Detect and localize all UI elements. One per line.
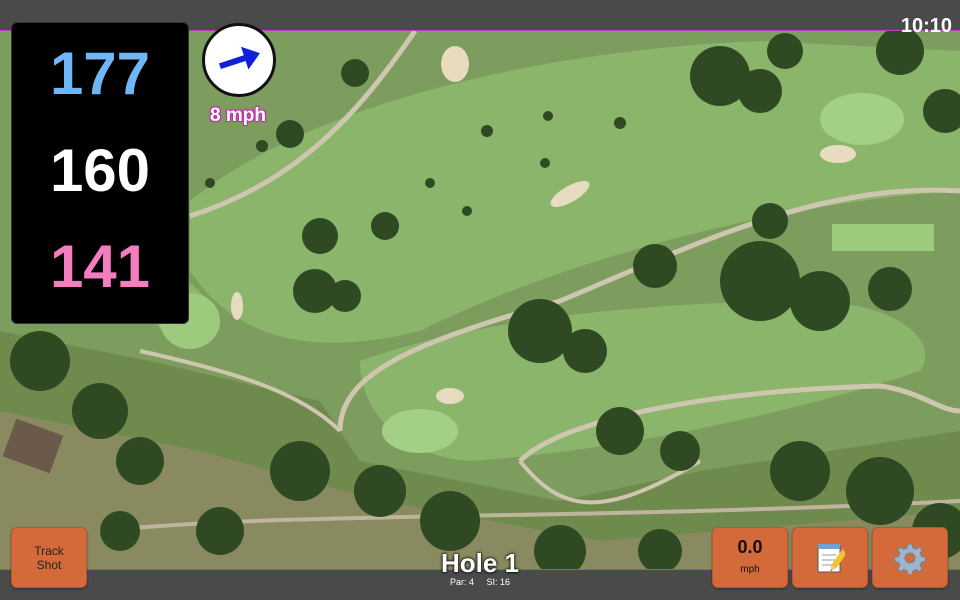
settings-button[interactable] — [872, 527, 948, 588]
distance-panel: 177 160 141 — [11, 22, 189, 324]
wind-speed-label: 8 mph — [210, 105, 266, 126]
wind-speed-button[interactable]: 0.0 mph — [712, 527, 788, 588]
distance-front: 141 — [49, 233, 151, 300]
hole-stroke-index: SI: 16 — [486, 577, 511, 587]
clock: 10:10 — [900, 15, 952, 37]
notes-button[interactable] — [792, 527, 868, 588]
track-shot-label-line2: Shot — [36, 557, 62, 572]
hole-par: Par: 4 — [449, 577, 474, 587]
wind-speed-unit: mph — [740, 563, 760, 575]
notepad-icon — [817, 543, 845, 572]
gear-icon — [894, 543, 926, 574]
distance-middle: 160 — [49, 137, 151, 204]
track-shot-button[interactable]: Track Shot — [11, 527, 87, 588]
distance-back: 177 — [49, 40, 151, 107]
hole-meta: Par: 4 SI: 16 — [380, 577, 580, 587]
wind-speed-value: 0.0 — [737, 536, 763, 557]
hole-title: Hole 1 — [440, 548, 520, 578]
wind-direction-dial[interactable] — [202, 23, 276, 97]
wind-arrow-icon — [219, 46, 260, 70]
track-shot-label-line1: Track — [34, 543, 64, 558]
